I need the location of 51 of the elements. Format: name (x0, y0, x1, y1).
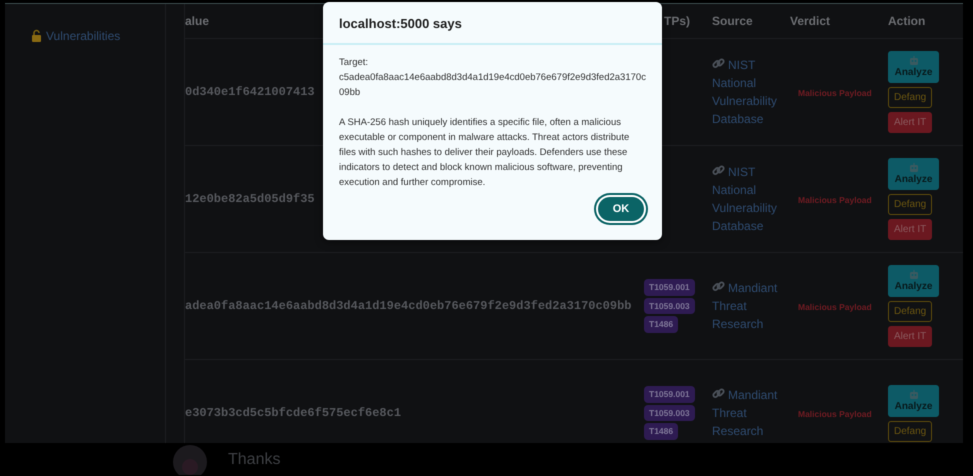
analyze-button[interactable]: Analyze (888, 265, 939, 297)
hash-value: e3073b3cd5c5bfcde6f575ecf6e8c1 (185, 405, 402, 422)
verdict-label: Malicious Payload (797, 88, 872, 98)
hash-value: adea0fa8aac14e6aabd8d3d4a1d19e4cd0eb76e679f2e9d3fed2a3170c09bb (185, 298, 632, 315)
technique-tag: T1486 (644, 423, 678, 440)
ok-button[interactable]: OK (598, 197, 644, 221)
defang-button[interactable]: Defang (888, 87, 932, 108)
avatar (170, 444, 210, 474)
hash-value: 12e0be82a5d05d9f35 (185, 191, 315, 208)
defang-button[interactable]: Defang (888, 194, 932, 215)
dialog-message: A SHA-256 hash uniquely identifies a specific file, often a malicious executable or component in malware attacks. Threat actors distribute files with such hashes to deliver their payloads. Defenders use these indicators to detect and block known malicious software, preventing execution and further compromise. (339, 116, 630, 190)
verdict-label: Malicious Payload (797, 302, 872, 312)
technique-tag: T1059.003 (644, 404, 695, 422)
analyze-button[interactable]: Analyze (888, 384, 939, 416)
column-header: Verdict (790, 13, 830, 30)
link-icon (712, 164, 725, 177)
source-link[interactable]: Mandiant Threat Research (712, 386, 786, 440)
robot-icon (908, 163, 918, 172)
target-hash: c5adea0fa8aac14e6aabd8d3d4a1d19e4cd0eb76e679f2e9d3fed2a3170c09bb (339, 70, 646, 100)
source-link[interactable]: NIST National Vulnerability Database (712, 56, 786, 128)
robot-icon (908, 56, 918, 65)
dialog-title: localhost:5000 says (323, 2, 662, 44)
technique-tag: T1486 (644, 316, 678, 334)
technique-tag: T1059.001 (644, 386, 695, 403)
link-icon (712, 280, 725, 293)
hash-value: 0d340e1f6421007413 (185, 84, 315, 101)
analyze-button[interactable]: Analyze (888, 51, 939, 83)
sidebar-link[interactable]: Vulnerabilities (31, 26, 120, 44)
column-header: Source (712, 13, 753, 30)
source-link[interactable]: NIST National Vulnerability Database (712, 163, 786, 235)
column-header: TPs) (664, 13, 690, 30)
link-icon (712, 387, 725, 400)
robot-icon (908, 270, 918, 279)
alert-button[interactable]: Alert IT (888, 326, 932, 347)
defang-button[interactable]: Defang (888, 420, 932, 442)
target-label: Target: (339, 56, 370, 70)
verdict-label: Malicious Payload (797, 409, 872, 419)
verdict-label: Malicious Payload (797, 195, 872, 205)
lock-icon (31, 29, 42, 42)
source-link[interactable]: Mandiant Threat Research (712, 279, 786, 333)
column-header: alue (185, 13, 210, 30)
technique-tag: T1059.001 (644, 278, 695, 296)
alert-button[interactable]: Alert IT (888, 219, 932, 240)
column-header: Action (888, 13, 926, 30)
link-icon (712, 57, 725, 70)
analyze-button[interactable]: Analyze (888, 158, 939, 190)
defang-button[interactable]: Defang (888, 301, 932, 322)
technique-tag: T1059.003 (644, 298, 695, 314)
alert-button[interactable]: Alert IT (888, 112, 932, 133)
chat-message: Thanks (228, 450, 280, 470)
robot-icon (908, 390, 918, 398)
